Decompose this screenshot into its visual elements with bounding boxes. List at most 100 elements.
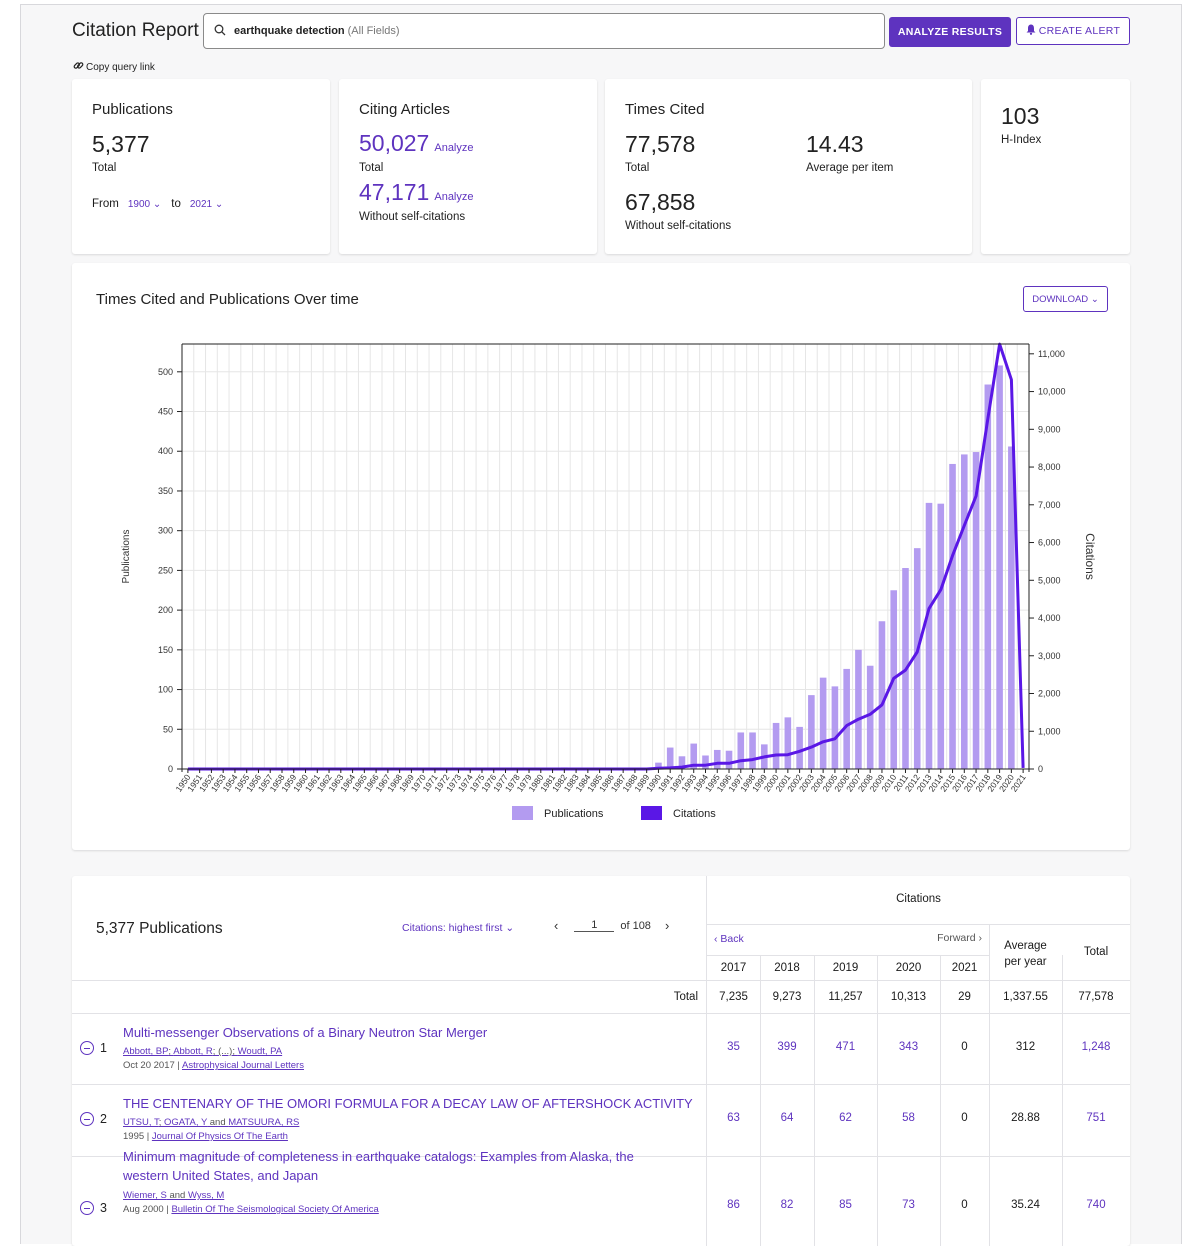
chart-legend: Publications Citations [512,806,716,820]
copy-query-link[interactable]: Copy query link [73,60,155,74]
total-citations-cell[interactable]: 751 [1062,1112,1130,1124]
publications-card: Publications 5,377 Total From 1900 ⌄ to … [72,79,330,254]
page-input[interactable]: 1 [574,919,615,932]
publication-title-link[interactable]: Minimum magnitude of completeness in ear… [123,1149,634,1164]
col-divider [1062,955,1063,981]
totals-cell: 7,235 [719,991,748,1003]
sort-select[interactable]: Citations: highest first ⌄ [402,922,514,934]
right-tick-label: 11,000 [1038,349,1065,359]
publications-count-title: 5,377 Publications [96,920,223,937]
year-citations-cell[interactable]: 73 [877,1199,940,1211]
times-cited-average: 14.43 [806,131,864,157]
publications-bar [831,686,839,769]
create-alert-button[interactable]: CREATE ALERT [1016,17,1130,45]
back-button[interactable]: ‹ Back [714,933,744,945]
author-link[interactable]: Abbott, R [173,1046,213,1057]
forward-button[interactable]: Forward › [912,932,982,944]
left-tick-label: 300 [158,526,173,536]
publications-bar [925,502,933,769]
collapse-circle-icon[interactable] [80,1112,94,1126]
year-citations-cell: 0 [961,1112,968,1124]
left-tick-label: 400 [158,446,173,456]
publication-title-link[interactable]: THE CENTENARY OF THE OMORI FORMULA FOR A… [123,1096,693,1111]
row-number: 3 [80,1201,107,1215]
total-citations-cell[interactable]: 1,248 [1062,1041,1130,1053]
totals-cell: 29 [958,991,971,1003]
y-axis-label: Publications [121,530,132,584]
year-range: From 1900 ⌄ to 2021 ⌄ [92,198,223,210]
average-per-year-header: Average per year [1004,940,1047,968]
publication-meta: Oct 20 2017 | Astrophysical Journal Lett… [123,1060,304,1071]
right-tick-label: 8,000 [1038,462,1061,472]
publications-bar [772,722,780,769]
analyze-results-button[interactable]: ANALYZE RESULTS [889,17,1011,47]
left-tick-label: 100 [158,685,173,695]
collapse-circle-icon[interactable] [80,1041,94,1055]
total-citations-cell[interactable]: 740 [1062,1199,1130,1211]
publication-title-link[interactable]: Multi-messenger Observations of a Binary… [123,1025,487,1040]
left-tick-label: 50 [163,724,173,734]
right-tick-label: 3,000 [1038,651,1061,661]
year-citations-cell[interactable]: 399 [760,1041,814,1053]
citing-analyze-link[interactable]: Analyze [434,142,473,154]
author-link[interactable]: MATSUURA, RS [228,1117,299,1128]
publications-bar [843,668,850,769]
chevron-down-icon: ⌄ [152,198,162,210]
year-citations-cell[interactable]: 64 [760,1112,814,1124]
publications-bar [913,548,921,769]
year-citations-cell[interactable]: 343 [877,1041,940,1053]
author-link[interactable]: Woudt, PA [238,1046,283,1057]
from-year-select[interactable]: 1900 ⌄ [128,199,161,210]
journal-link[interactable]: Astrophysical Journal Letters [182,1060,304,1071]
author-link[interactable]: Wiemer, S [123,1190,167,1201]
year-citations-cell[interactable]: 58 [877,1112,940,1124]
left-tick-label: 0 [168,764,173,774]
chart-grid [181,344,1030,770]
citing-without-value[interactable]: 47,171 [359,179,429,206]
times-cited-card: Times Cited 77,578 Total 14.43 Average p… [605,79,972,254]
left-tick-label: 150 [158,645,173,655]
author-link[interactable]: OGATA, Y [164,1117,207,1128]
author-link[interactable]: Abbott, BP [123,1046,168,1057]
next-page-icon[interactable]: › [665,918,669,933]
author-link[interactable]: Wyss, M [188,1190,224,1201]
to-year-select[interactable]: 2021 ⌄ [190,199,223,210]
year-citations-cell[interactable]: 82 [760,1199,814,1211]
publication-title-link-cont[interactable]: western United States, and Japan [123,1168,318,1183]
times-cited-chart: 0 50 100 150 200 250 300 350 400 450 500 0 1,000 2,00… [121,342,1097,820]
year-citations-cell[interactable]: 85 [814,1199,877,1211]
year-header-2021: 2021 [951,962,978,974]
journal-link[interactable]: Journal Of Physics Of The Earth [152,1131,288,1142]
to-label: to [171,198,181,210]
publications-bar [666,747,674,769]
year-citations-cell[interactable]: 63 [707,1112,760,1124]
author-list: Wiemer, S and Wyss, M [123,1190,224,1201]
publications-bar [996,365,1003,769]
search-input[interactable]: earthquake detection (All Fields) [203,13,885,49]
row-divider [72,1084,1130,1085]
average-per-year-cell: 35.24 [1011,1199,1040,1211]
left-tick-label: 250 [158,565,173,575]
right-tick-label: 7,000 [1038,500,1061,510]
search-query: earthquake detection [234,25,345,37]
prev-page-icon[interactable]: ‹ [554,918,558,933]
year-citations-cell[interactable]: 471 [814,1041,877,1053]
year-citations-cell[interactable]: 62 [814,1112,877,1124]
publications-bar [749,732,756,769]
times-cited-title: Times Cited [625,101,705,118]
publications-bar [713,749,721,769]
year-citations-cell[interactable]: 35 [707,1041,760,1053]
citing-without-analyze-link[interactable]: Analyze [434,191,473,203]
right-tick-label: 0 [1038,764,1043,774]
year-citations-cell[interactable]: 86 [707,1199,760,1211]
journal-link[interactable]: Bulletin Of The Seismological Society Of… [171,1204,378,1215]
totals-cell: 77,578 [1078,991,1114,1003]
author-link[interactable]: UTSU, T [123,1117,159,1128]
collapse-circle-icon[interactable] [80,1201,94,1215]
citing-total-value[interactable]: 50,027 [359,130,429,157]
times-cited-without: 67,858 [625,189,696,215]
citing-without-sub: Without self-citations [359,211,466,223]
publications-sub: Total [92,162,117,174]
publications-bar [937,503,945,769]
publications-bar [819,677,827,769]
